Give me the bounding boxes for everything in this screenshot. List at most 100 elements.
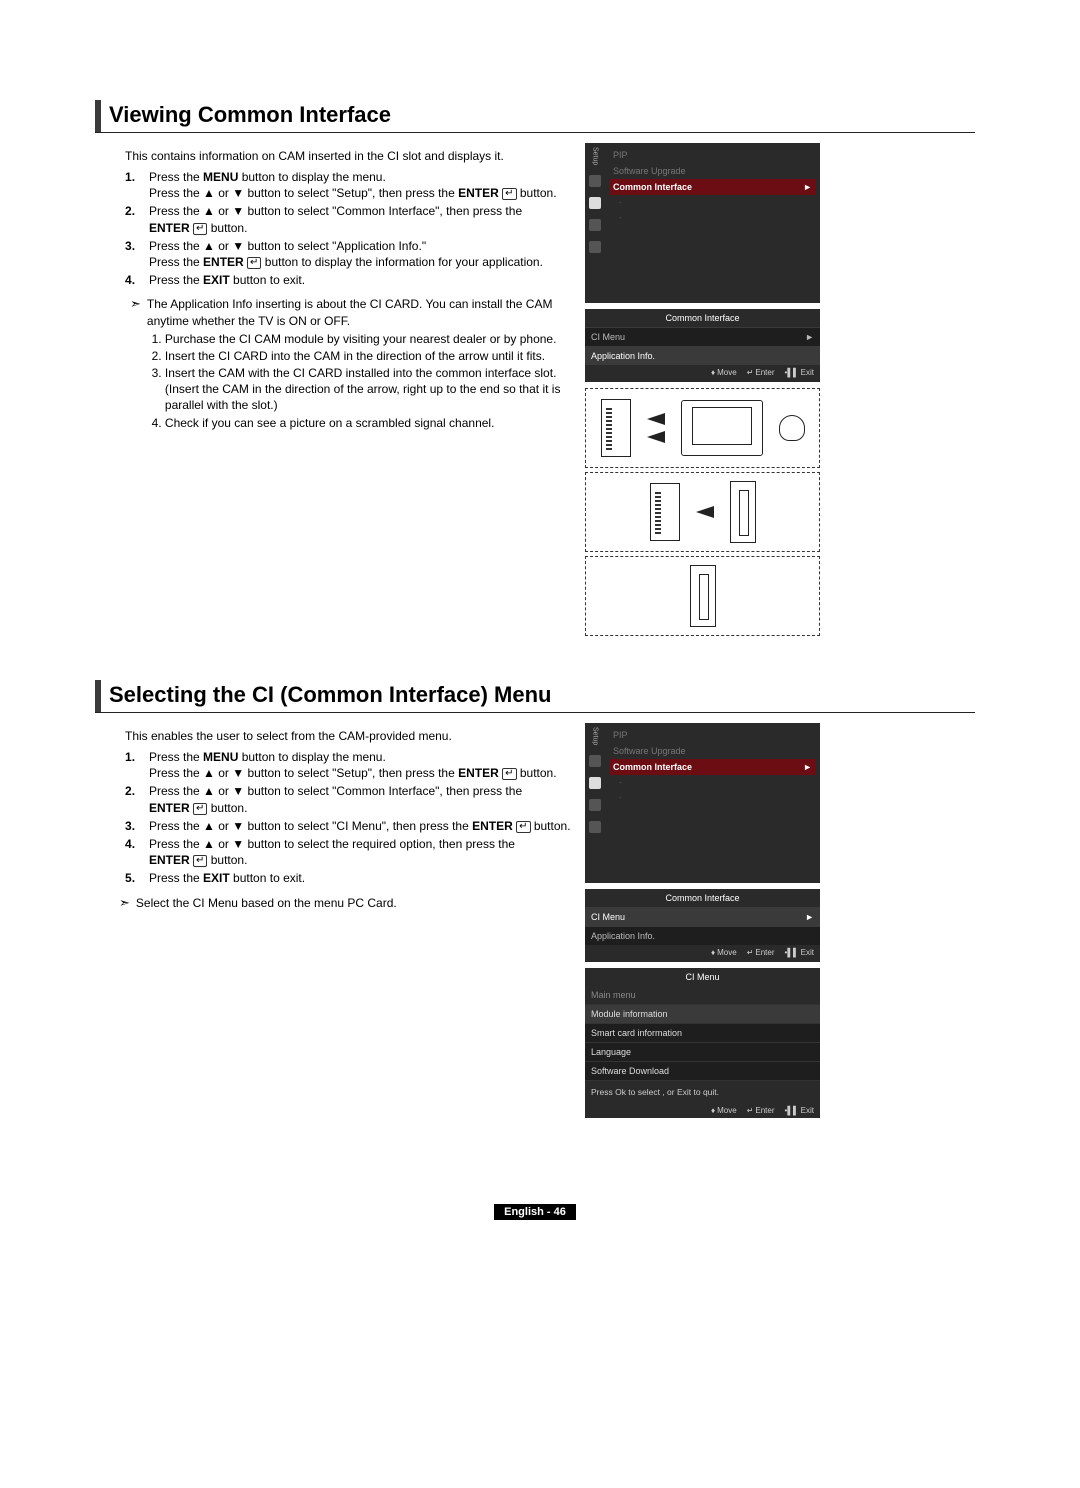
step-4: Press the ▲ or ▼ button to select the re… xyxy=(125,836,575,868)
step-4: Press the EXIT button to exit. xyxy=(125,272,575,288)
enter-icon: ↵ xyxy=(516,821,530,833)
osd-side-gear-icon xyxy=(589,777,601,789)
step-1: Press the MENU button to display the men… xyxy=(125,749,575,781)
diagram-insert-cam xyxy=(585,472,820,552)
osd-footer: ♦Move ↵Enter •▌▌Exit xyxy=(585,1103,820,1118)
arrow-left-icon xyxy=(696,506,714,518)
enter-icon: ↵ xyxy=(502,768,516,780)
osd-ci-title: Common Interface xyxy=(585,889,820,907)
osd-side-gear-icon xyxy=(589,197,601,209)
heading-bar: Selecting the CI (Common Interface) Menu xyxy=(95,680,975,713)
intro-text: This contains information on CAM inserte… xyxy=(125,149,575,163)
exit-icon: •▌▌ xyxy=(785,368,799,377)
osd-ci-row-ci-menu: CI Menu► xyxy=(585,327,820,346)
note-item: Check if you can see a picture on a scra… xyxy=(165,415,575,431)
osd-side-icon xyxy=(589,799,601,811)
osd-ci-menu-title: CI Menu xyxy=(585,968,820,986)
diagram-group xyxy=(585,388,975,636)
enter-icon: ↵ xyxy=(747,368,754,377)
step-5: Press the EXIT button to exit. ➣ Select … xyxy=(125,870,575,911)
step-1: Press the MENU button to display the men… xyxy=(125,169,575,201)
osd-side-icon xyxy=(589,175,601,187)
osd-subitem: - xyxy=(609,210,816,225)
image-column: Setup PIP Software Upgrade Common Interf… xyxy=(575,143,975,640)
osd-item-common-interface: Common Interface► xyxy=(609,179,816,195)
osd-ci-row-ci-menu: CI Menu► xyxy=(585,907,820,926)
ci-card-icon xyxy=(650,483,680,541)
osd-side-icon xyxy=(589,219,601,231)
osd-setup-panel: Setup PIP Software Upgrade Common Interf… xyxy=(585,143,820,303)
osd-setup-panel: Setup PIP Software Upgrade Common Interf… xyxy=(585,723,820,883)
image-column: Setup PIP Software Upgrade Common Interf… xyxy=(575,723,975,1124)
note-item: Purchase the CI CAM module by visiting y… xyxy=(165,331,575,347)
tv-slot-with-card-icon xyxy=(690,565,716,627)
section-selecting-ci-menu: Selecting the CI (Common Interface) Menu… xyxy=(95,680,975,1124)
osd-item-pip: PIP xyxy=(609,727,816,743)
osd-ci-menu-sub: Main menu xyxy=(585,986,820,1004)
exit-icon: •▌▌ xyxy=(785,1106,799,1115)
section-viewing-common-interface: Viewing Common Interface This contains i… xyxy=(95,100,975,640)
enter-icon: ↵ xyxy=(193,223,207,235)
note-block: ➣ The Application Info inserting is abou… xyxy=(130,296,575,432)
page-footer: English - 46 xyxy=(95,1204,975,1220)
enter-icon: ↵ xyxy=(247,257,261,269)
osd-subitem: - xyxy=(609,195,816,210)
enter-icon: ↵ xyxy=(193,803,207,815)
osd-common-interface-panel: Common Interface CI Menu► Application In… xyxy=(585,889,820,962)
osd-footer: ♦Move ↵Enter •▌▌Exit xyxy=(585,945,820,960)
osd-item-pip: PIP xyxy=(609,147,816,163)
osd-side-icon xyxy=(589,755,601,767)
intro-text: This enables the user to select from the… xyxy=(125,729,575,743)
osd-item-software-upgrade: Software Upgrade xyxy=(609,163,816,179)
note-item: Insert the CI CARD into the CAM in the d… xyxy=(165,348,575,364)
heading-bar: Viewing Common Interface xyxy=(95,100,975,133)
osd-subitem: - xyxy=(609,790,816,805)
osd-side-label: Setup xyxy=(592,147,599,165)
osd-subitem: - xyxy=(609,775,816,790)
osd-ci-row-app-info: Application Info. xyxy=(585,346,820,365)
enter-icon: ↵ xyxy=(747,948,754,957)
updown-icon: ♦ xyxy=(711,1106,715,1115)
arrow-left-icon xyxy=(647,431,665,443)
steps-list: Press the MENU button to display the men… xyxy=(95,169,575,288)
step-2: Press the ▲ or ▼ button to select "Commo… xyxy=(125,783,575,815)
note-lead: The Application Info inserting is about … xyxy=(147,296,575,328)
tv-slot-icon xyxy=(730,481,756,543)
ci-card-icon xyxy=(601,399,631,457)
note-arrow-icon: ➣ xyxy=(130,296,141,313)
osd-ci-menu-item: Software Download xyxy=(585,1061,820,1080)
enter-icon: ↵ xyxy=(747,1106,754,1115)
osd-ci-row-app-info: Application Info. xyxy=(585,926,820,945)
step-3: Press the ▲ or ▼ button to select "CI Me… xyxy=(125,818,575,834)
note-lead: Select the CI Menu based on the menu PC … xyxy=(136,895,575,911)
osd-common-interface-panel: Common Interface CI Menu► Application In… xyxy=(585,309,820,382)
osd-ci-menu-item: Module information xyxy=(585,1004,820,1023)
osd-side-icon xyxy=(589,241,601,253)
enter-icon: ↵ xyxy=(502,188,516,200)
osd-item-software-upgrade: Software Upgrade xyxy=(609,743,816,759)
osd-ci-menu-item: Smart card information xyxy=(585,1023,820,1042)
updown-icon: ♦ xyxy=(711,948,715,957)
arrow-left-icon xyxy=(647,413,665,425)
note-item: Insert the CAM with the CI CARD installe… xyxy=(165,365,575,414)
osd-side-icon xyxy=(589,821,601,833)
osd-ci-menu-hint: Press Ok to select , or Exit to quit. xyxy=(585,1080,820,1103)
osd-footer: ♦Move ↵Enter •▌▌Exit xyxy=(585,365,820,380)
updown-icon: ♦ xyxy=(711,368,715,377)
note-arrow-icon: ➣ xyxy=(119,895,130,912)
step-3: Press the ▲ or ▼ button to select "Appli… xyxy=(125,238,575,270)
diagram-insert-card xyxy=(585,388,820,468)
tv-rear-icon xyxy=(681,400,763,456)
osd-side-label: Setup xyxy=(592,727,599,745)
heading-text: Selecting the CI (Common Interface) Menu xyxy=(109,680,552,712)
heading-text: Viewing Common Interface xyxy=(109,100,391,132)
page-number: English - 46 xyxy=(494,1204,576,1220)
osd-ci-menu-item: Language xyxy=(585,1042,820,1061)
note-sublist: Purchase the CI CAM module by visiting y… xyxy=(147,331,575,431)
exit-icon: •▌▌ xyxy=(785,948,799,957)
step-2: Press the ▲ or ▼ button to select "Commo… xyxy=(125,203,575,235)
steps-list: Press the MENU button to display the men… xyxy=(95,749,575,911)
osd-item-common-interface: Common Interface► xyxy=(609,759,816,775)
osd-ci-menu-panel: CI Menu Main menu Module information Sma… xyxy=(585,968,820,1118)
hand-icon xyxy=(779,415,805,441)
